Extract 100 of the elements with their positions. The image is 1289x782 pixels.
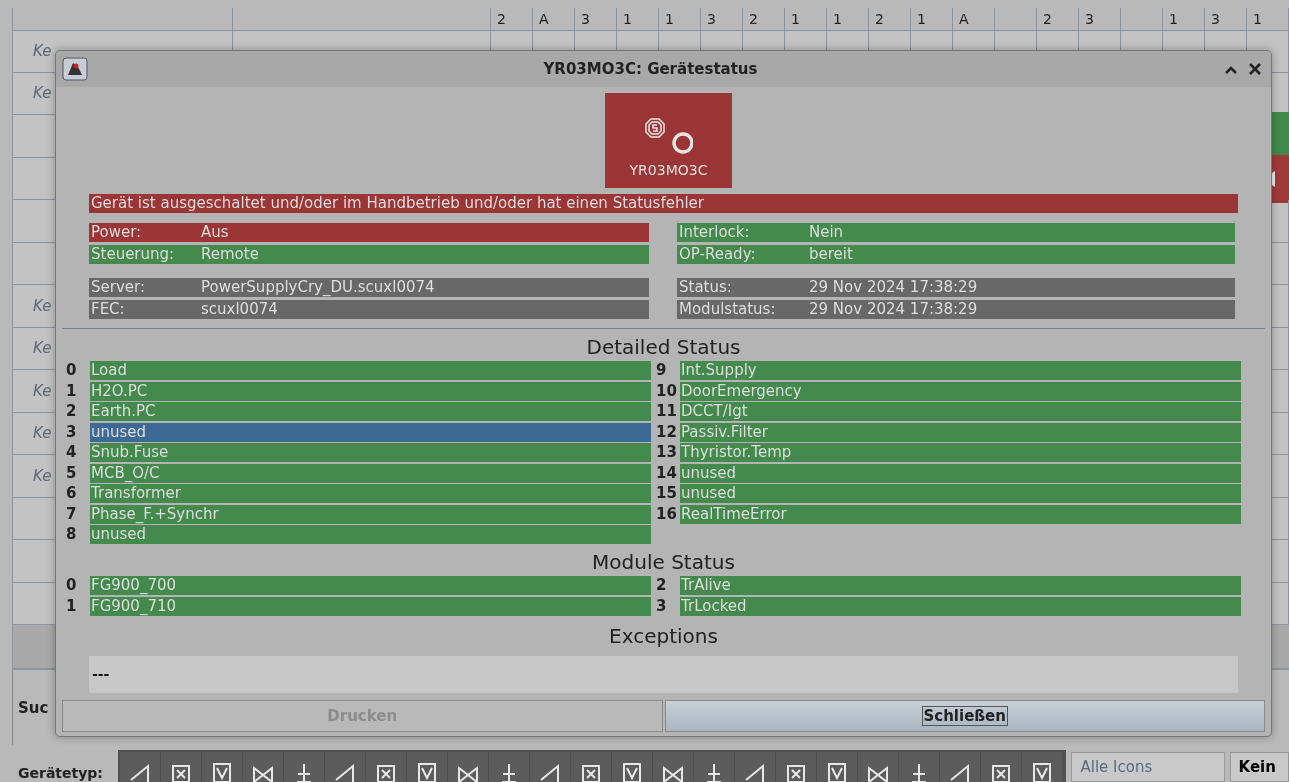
header-cell: 2: [491, 8, 533, 31]
cell-hint: Ke: [32, 466, 52, 485]
status-index: 15: [655, 484, 678, 503]
app-icon: [62, 57, 88, 81]
schematic-symbol-icon[interactable]: [939, 752, 980, 782]
status-bar: Phase_F.+Synchr: [90, 504, 651, 524]
status-message: Gerät ist ausgeschaltet und/oder im Handbetrieb und/oder hat einen Statusfehler: [89, 194, 1238, 213]
header-cell: 1: [911, 8, 953, 31]
status-index: 9: [655, 361, 668, 380]
status-bar: Thyristor.Temp: [680, 443, 1241, 462]
status-bar: Passiv.Filter: [680, 422, 1241, 442]
status-index: 12: [655, 422, 678, 442]
section-heading: Detailed Status: [585, 335, 742, 361]
schematic-symbol-icon[interactable]: [1021, 752, 1062, 782]
status-index: 0: [65, 576, 78, 595]
schematic-symbol-icon[interactable]: [201, 752, 242, 782]
info-bar: Power: Aus: [89, 223, 649, 242]
schematic-symbol-icon[interactable]: [775, 752, 816, 782]
status-index: 2: [655, 576, 668, 595]
header-cell: 2: [743, 8, 785, 31]
info-bar: Steuerung: Remote: [89, 245, 649, 264]
schematic-symbol-icon[interactable]: [242, 752, 283, 782]
schematic-symbol-icon[interactable]: [488, 752, 529, 782]
status-index: 14: [655, 463, 678, 483]
status-bar: Load: [90, 361, 651, 380]
schematic-symbol-icon[interactable]: [570, 752, 611, 782]
status-index: 16: [655, 504, 678, 524]
dialog-button[interactable]: Schließen: [664, 700, 1265, 732]
schematic-symbol-icon[interactable]: [406, 752, 447, 782]
status-bar: unused: [680, 484, 1241, 503]
cell-hint: Ke: [32, 424, 52, 443]
status-index: 3: [655, 596, 668, 616]
status-index: 3: [65, 422, 78, 442]
header-cell: 1: [785, 8, 827, 31]
schematic-symbol-icon[interactable]: [160, 752, 201, 782]
cell-hint: Ke: [32, 296, 52, 315]
status-index: 0: [65, 361, 78, 380]
header-cell: 1: [827, 8, 869, 31]
status-index: 8: [65, 525, 78, 544]
status-index: 7: [65, 504, 78, 524]
section-heading: Module Status: [591, 550, 736, 576]
cell-hint: Ke: [32, 381, 52, 400]
status-index: 1: [65, 381, 78, 401]
header-cell: 1: [1163, 8, 1205, 31]
header-cell: 2: [869, 8, 911, 31]
info-bar: Modulstatus: 29 Nov 2024 17:38:29: [677, 300, 1235, 319]
cell-hint: Ke: [32, 339, 52, 358]
info-bar: Server: PowerSupplyCry_DU.scuxl0074: [89, 278, 649, 297]
schematic-symbol-icon[interactable]: [324, 752, 365, 782]
status-bar: H2O.PC: [90, 381, 651, 401]
status-bar: FG900_700: [90, 576, 651, 595]
status-bar: Earth.PC: [90, 402, 651, 421]
header-cell: 3: [1079, 8, 1121, 31]
schematic-symbol-icon[interactable]: [734, 752, 775, 782]
schematic-symbol-icon[interactable]: [283, 752, 324, 782]
status-bar: Transformer: [90, 484, 651, 503]
status-index: 11: [655, 402, 678, 421]
status-bar: Int.Supply: [680, 361, 1241, 380]
info-bar: FEC: scuxl0074: [89, 300, 649, 319]
status-bar: FG900_710: [90, 596, 651, 616]
status-bar: unused: [90, 422, 651, 442]
search-label: Suc: [18, 698, 49, 717]
none-button[interactable]: Kein: [1229, 752, 1289, 782]
status-index: 1: [65, 596, 78, 616]
header-cell: 3: [1205, 8, 1247, 31]
header-cell: 1: [1247, 8, 1289, 31]
status-bar: DoorEmergency: [680, 381, 1241, 401]
schematic-symbol-icon[interactable]: [529, 752, 570, 782]
status-bar: MCB_O/C: [90, 463, 651, 483]
exceptions-text: ---: [92, 666, 110, 682]
status-index: 6: [65, 484, 78, 503]
schematic-symbol-icon[interactable]: [980, 752, 1021, 782]
cell-hint: Ke: [32, 84, 52, 103]
cell-hint: Ke: [32, 41, 52, 60]
info-bar: Interlock: Nein: [677, 223, 1235, 242]
schematic-symbol-icon[interactable]: [611, 752, 652, 782]
schematic-symbol-icon[interactable]: [119, 752, 160, 782]
status-index: 4: [65, 443, 78, 462]
header-cell: 1: [617, 8, 659, 31]
header-cell: 1: [659, 8, 701, 31]
status-bar: TrAlive: [680, 576, 1241, 595]
status-index: 13: [655, 443, 678, 462]
status-bar: DCCT/Igt: [680, 402, 1241, 421]
schematic-symbol-icon[interactable]: [857, 752, 898, 782]
schematic-symbol-icon[interactable]: [447, 752, 488, 782]
status-bar: Snub.Fuse: [90, 443, 651, 462]
status-bar: unused: [680, 463, 1241, 483]
header-cell: A: [533, 8, 575, 31]
schematic-symbol-icon[interactable]: [816, 752, 857, 782]
schematic-symbol-icon[interactable]: [652, 752, 693, 782]
header-cell: 3: [701, 8, 743, 31]
schematic-symbol-icon[interactable]: [898, 752, 939, 782]
device-name: YR03MO3C: [629, 162, 708, 178]
power-supply-icon: [644, 116, 693, 156]
info-bar: OP-Ready: bereit: [677, 245, 1235, 264]
schematic-symbol-icon[interactable]: [365, 752, 406, 782]
header-cell: A: [953, 8, 995, 31]
schematic-symbol-icon[interactable]: [693, 752, 734, 782]
status-bar: RealTimeError: [680, 504, 1241, 524]
status-bar: TrLocked: [680, 596, 1241, 616]
